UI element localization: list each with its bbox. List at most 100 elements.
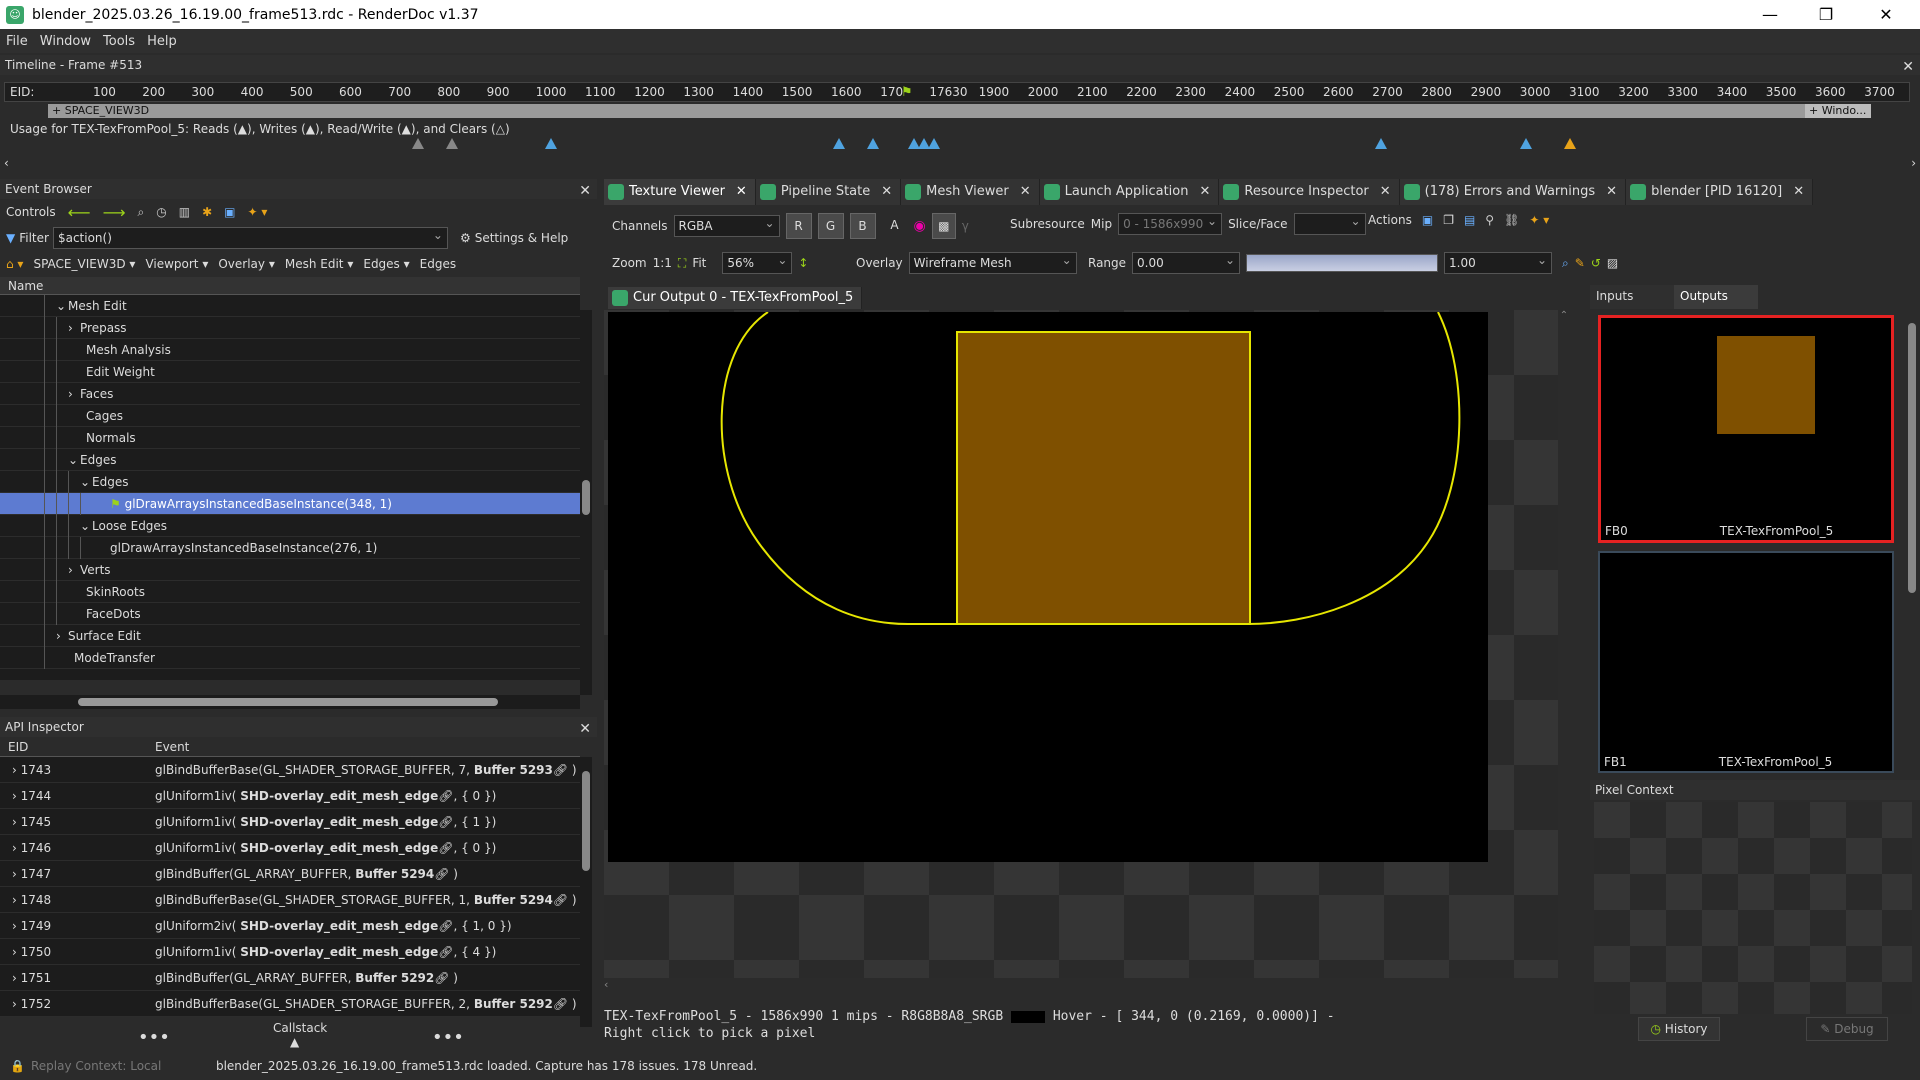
close-window-button[interactable]: ✕	[1858, 0, 1914, 29]
tab-resource-inspector[interactable]: Resource Inspector ✕	[1219, 179, 1400, 205]
breadcrumb-overlay[interactable]: Overlay ▾	[218, 257, 275, 271]
close-tab-icon[interactable]: ✕	[1793, 179, 1804, 205]
link-icon[interactable]: 🔗︎	[434, 971, 449, 985]
scroll-left-icon[interactable]: ‹	[4, 156, 9, 170]
callstack-label[interactable]: Callstack	[273, 1021, 327, 1035]
api-call-row[interactable]: › 1749 glUniform2iv( SHD-overlay_edit_mes…	[0, 913, 580, 939]
tree-column-header[interactable]: Name	[0, 277, 580, 295]
link-icon[interactable]: 🔗︎	[438, 815, 453, 829]
tab-launch-application[interactable]: Launch Application ✕	[1039, 179, 1220, 205]
api-call-row[interactable]: › 1745 glUniform1iv( SHD-overlay_edit_mes…	[0, 809, 580, 835]
collapse-chevron-icon[interactable]: ⌄	[80, 515, 92, 537]
col-eid[interactable]: EID	[0, 737, 155, 756]
tree-row[interactable]: › Faces	[0, 383, 580, 405]
expand-row-icon[interactable]: ›	[12, 919, 21, 933]
current-event-marker[interactable]: ⚑	[901, 85, 913, 100]
link-icon[interactable]: 🔗︎	[438, 945, 453, 959]
tree-horizontal-scrollbar[interactable]	[0, 695, 580, 709]
settings-help-button[interactable]: Settings & Help	[475, 231, 569, 245]
link-icon[interactable]: ⛓	[1504, 213, 1519, 227]
breadcrumb-mesh-edit[interactable]: Mesh Edit ▾	[285, 257, 354, 271]
reset-range-icon[interactable]: ↺	[1591, 256, 1601, 270]
channel-r-button[interactable]: R	[785, 213, 812, 239]
extensions-icon[interactable]: ✦ ▾	[247, 205, 267, 219]
close-tab-icon[interactable]: ✕	[736, 179, 747, 205]
timeline-section-space-view3d[interactable]: + SPACE_VIEW3D	[48, 104, 1871, 118]
pixel-context-grid[interactable]	[1594, 802, 1912, 1014]
api-call-list[interactable]: › 1743 glBindBufferBase(GL_SHADER_STORAGE…	[0, 757, 580, 1027]
menu-tools[interactable]: Tools	[97, 34, 141, 49]
api-resource-link[interactable]: SHD-overlay_edit_mesh_edge	[240, 945, 438, 959]
menu-window[interactable]: Window	[34, 34, 97, 49]
expand-row-icon[interactable]: ›	[12, 815, 21, 829]
history-button[interactable]: ◷ History	[1638, 1017, 1720, 1041]
expand-row-icon[interactable]: ›	[12, 867, 21, 881]
histogram-icon[interactable]: ▨	[1607, 256, 1618, 270]
save-texture-icon[interactable]: ▣	[1422, 213, 1433, 227]
channel-a-button[interactable]: A	[881, 213, 908, 239]
range-min-input[interactable]: 0.00	[1132, 250, 1241, 274]
api-resource-link[interactable]: SHD-overlay_edit_mesh_edge	[240, 815, 438, 829]
api-resource-link[interactable]: Buffer 5293	[474, 763, 553, 777]
minimize-button[interactable]: —	[1742, 0, 1798, 29]
checkerboard-icon[interactable]: ▩	[931, 213, 956, 239]
tree-hscroll-thumb[interactable]	[78, 698, 498, 706]
scroll-right-icon[interactable]: ›	[1911, 156, 1916, 170]
usage-marker[interactable]	[545, 138, 557, 149]
tree-row[interactable]: ⌄ Loose Edges	[0, 515, 580, 537]
expand-chevron-icon[interactable]: ›	[68, 383, 80, 405]
open-icon[interactable]: ▤	[1464, 213, 1475, 227]
timeline-scrollbar[interactable]: ‹ ›	[0, 156, 1920, 172]
tree-scroll-thumb[interactable]	[582, 480, 590, 515]
thumbnail-scrollbar[interactable]	[1906, 309, 1918, 775]
range-max-input[interactable]: 1.00	[1444, 250, 1553, 274]
usage-marker[interactable]	[833, 138, 845, 149]
expand-row-icon[interactable]: ›	[12, 893, 21, 907]
api-call-row[interactable]: › 1743 glBindBufferBase(GL_SHADER_STORAGE…	[0, 757, 580, 783]
menu-file[interactable]: File	[0, 34, 34, 49]
settings-gear-icon[interactable]: ⚙	[460, 231, 471, 245]
texture-viewport[interactable]: ⌃ ‹	[604, 310, 1570, 992]
link-icon[interactable]: 🔗︎	[438, 789, 453, 803]
fit-icon[interactable]: ⛶	[678, 256, 686, 271]
tree-row[interactable]: Cages	[0, 405, 580, 427]
more-left-icon[interactable]: •••	[138, 1027, 170, 1048]
callstack-splitter[interactable]: ••• Callstack ▲ •••	[0, 1021, 597, 1053]
slice-face-select[interactable]	[1293, 211, 1366, 235]
api-call-row[interactable]: › 1747 glBindBuffer(GL_ARRAY_BUFFER, Buff…	[0, 861, 580, 887]
api-scrollbar[interactable]	[580, 757, 592, 1027]
tree-row[interactable]: › Surface Edit	[0, 625, 580, 647]
expand-chevron-icon[interactable]: ›	[56, 625, 68, 647]
api-resource-link[interactable]: Buffer 5294	[474, 893, 553, 907]
api-call-row[interactable]: › 1746 glUniform1iv( SHD-overlay_edit_mes…	[0, 835, 580, 861]
zoom-select[interactable]: 56%	[722, 250, 793, 274]
usage-marker[interactable]	[928, 138, 940, 149]
tab-texture-viewer[interactable]: Texture Viewer ✕	[604, 179, 756, 205]
tree-row[interactable]: SkinRoots	[0, 581, 580, 603]
close-tab-icon[interactable]: ✕	[1606, 179, 1617, 205]
usage-marker[interactable]	[1564, 138, 1576, 149]
expand-row-icon[interactable]: ›	[12, 945, 21, 959]
link-icon[interactable]: 🔗︎	[553, 893, 568, 907]
expand-row-icon[interactable]: ›	[12, 763, 21, 777]
api-call-row[interactable]: › 1748 glBindBufferBase(GL_SHADER_STORAGE…	[0, 887, 580, 913]
tree-row[interactable]: ⚑ glDrawArraysInstancedBaseInstance(348,…	[0, 493, 580, 515]
flip-vertical-icon[interactable]: ↕	[798, 256, 808, 270]
close-timeline-icon[interactable]: ✕	[1902, 57, 1914, 77]
breadcrumb-viewport[interactable]: Viewport ▾	[145, 257, 208, 271]
collapse-chevron-icon[interactable]: ⌄	[68, 449, 80, 471]
tree-row[interactable]: Normals	[0, 427, 580, 449]
tree-row[interactable]: ⌄ Edges	[0, 471, 580, 493]
api-scroll-thumb[interactable]	[582, 771, 590, 871]
status-message[interactable]: blender_2025.03.26_16.19.00_frame513.rdc…	[216, 1059, 757, 1073]
zoom-1to1-button[interactable]: 1:1	[653, 256, 672, 270]
close-tab-icon[interactable]: ✕	[1199, 179, 1210, 205]
tree-row[interactable]: › Verts	[0, 559, 580, 581]
usage-marker[interactable]	[867, 138, 879, 149]
close-api-inspector-icon[interactable]: ✕	[579, 719, 591, 739]
bookmark-icon[interactable]: ✱	[202, 205, 212, 219]
next-event-icon[interactable]: ⟶	[103, 203, 126, 222]
tree-vertical-scrollbar[interactable]	[580, 310, 592, 695]
fit-button[interactable]: Fit	[692, 256, 706, 270]
gamma-icon[interactable]: γ	[962, 219, 969, 233]
